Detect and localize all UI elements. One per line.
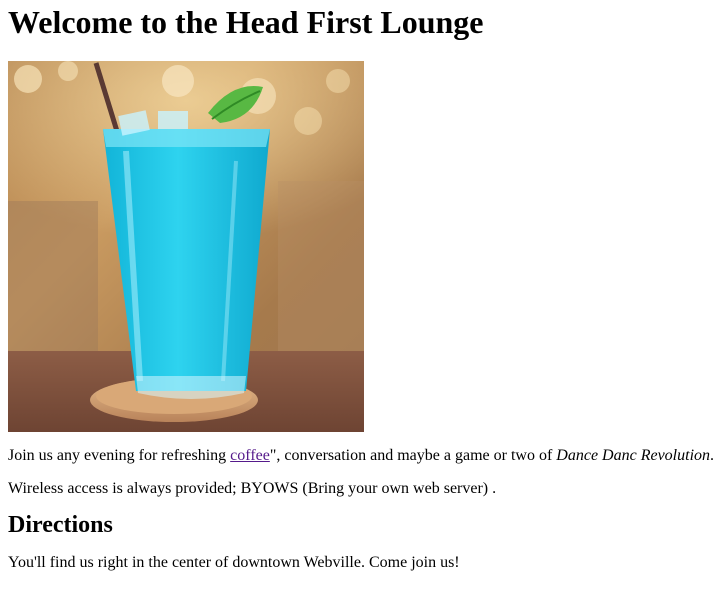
page-content: Welcome to the Head First Lounge Join us… <box>0 0 723 572</box>
intro-text-middle: ", conversation and maybe a game or two … <box>269 447 557 464</box>
directions-paragraph: You'll find us right in the center of do… <box>8 554 460 571</box>
coffee-link[interactable]: coffee <box>230 447 270 464</box>
intro-text-end: . <box>710 447 715 464</box>
directions-heading: Directions <box>8 512 113 538</box>
game-title: Dance Danc Revolution <box>556 447 711 464</box>
wireless-paragraph: Wireless access is always provided; BYOW… <box>8 480 497 497</box>
page-title: Welcome to the Head First Lounge <box>8 4 484 40</box>
intro-paragraph: Join us any evening for refreshing coffe… <box>8 446 715 465</box>
intro-text-start: Join us any evening for refreshing <box>8 447 231 464</box>
drink-photo <box>8 61 364 432</box>
